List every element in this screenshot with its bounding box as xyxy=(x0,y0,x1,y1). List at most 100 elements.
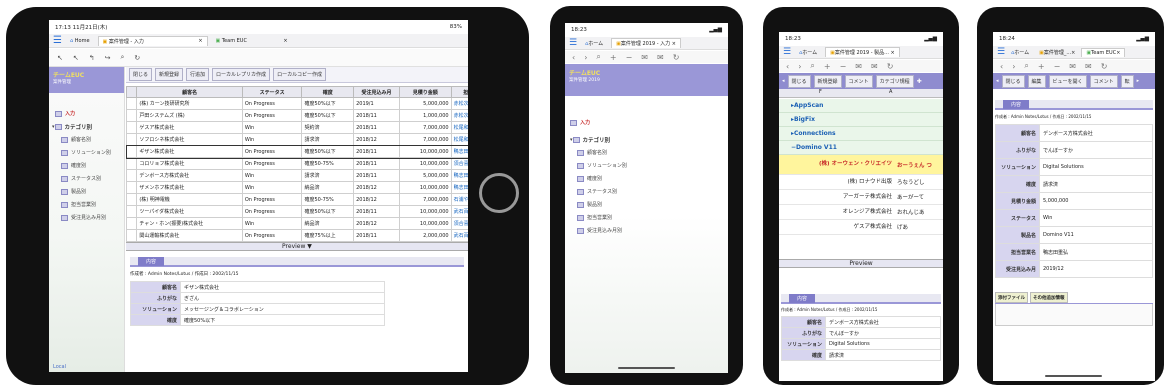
col-status[interactable]: ステータス xyxy=(241,86,303,98)
sidebar-item-product[interactable]: 製品別 xyxy=(49,185,124,198)
table-row[interactable]: ソフロシネ株式会社 Win 請求済 2018/12 7,000,000 松尾和 xyxy=(125,133,468,146)
col-a[interactable]: A xyxy=(889,89,892,95)
sidebar-item-category[interactable]: ▾ カテゴリ別 xyxy=(49,120,124,133)
table-row[interactable]: チャン・ホン(振要)株式会社 Win 納品済 2018/12 10,000,000 須合喜 xyxy=(125,217,468,230)
action-icon[interactable]: ↪ xyxy=(105,54,111,62)
menu-icon[interactable]: ☰ xyxy=(783,47,791,57)
mail-icon[interactable]: ✉ xyxy=(1085,62,1092,71)
action-icon[interactable]: ↖ xyxy=(73,54,79,62)
back-icon[interactable]: ‹ xyxy=(572,53,575,62)
new-button[interactable]: 新規登録 xyxy=(155,68,184,81)
refresh-icon[interactable]: ↻ xyxy=(673,53,680,62)
row-selector[interactable] xyxy=(125,109,138,122)
comment-button[interactable]: コメント xyxy=(1089,74,1118,88)
close-tab-icon[interactable]: × xyxy=(672,41,676,47)
collapse-icon[interactable]: ◂ xyxy=(782,78,785,84)
table-row[interactable]: 関山運輸株式会社 On Progress 確度75%以上 2018/11 2,000,0… xyxy=(125,229,468,242)
row-selector[interactable] xyxy=(125,121,138,134)
table-row[interactable]: (株) 明神電機 On Progress 確度50-75% 2018/12 7,000,… xyxy=(125,193,468,206)
sidebar-item[interactable]: ソリューション別 xyxy=(565,159,728,172)
category-button[interactable]: カテゴリ規程 xyxy=(875,74,914,88)
col-amount[interactable]: 見積り金額 xyxy=(398,86,452,98)
zoom-out-icon[interactable]: − xyxy=(626,53,633,62)
refresh-icon[interactable]: ↻ xyxy=(134,54,140,62)
row-selector[interactable] xyxy=(125,133,138,146)
sidebar-item-solution[interactable]: ソリューション別 xyxy=(49,146,124,159)
row-selector[interactable] xyxy=(125,169,138,182)
preview-toggle[interactable]: Preview ▼ xyxy=(126,242,468,251)
row-selector[interactable] xyxy=(125,181,138,194)
new-button[interactable]: 新規登録 xyxy=(813,74,842,88)
add-icon[interactable]: ✚ xyxy=(917,78,922,85)
table-row[interactable]: コロリョフ株式会社 On Progress 確度50-75% 2018/11 10,00… xyxy=(125,157,468,170)
table-row[interactable]: ギザン株式会社 On Progress 確度50%以下 2018/11 10,000,0… xyxy=(125,144,468,159)
list-item[interactable]: オレンジア株式会社 おれんじあ xyxy=(779,205,943,220)
tab-home[interactable]: ⌂ Home xyxy=(66,37,94,45)
close-button[interactable]: 閉じる xyxy=(129,68,153,81)
forward-button[interactable]: 転 xyxy=(1120,74,1134,88)
col-f[interactable]: F xyxy=(819,89,822,95)
close-button[interactable]: 閉じる xyxy=(1001,74,1025,88)
tab-home[interactable]: ⌂ホーム xyxy=(581,39,607,48)
category-row[interactable]: ▸ Connections xyxy=(779,127,943,141)
sidebar-item-certainty[interactable]: 確度別 xyxy=(49,159,124,172)
category-row[interactable]: ▸ BigFix xyxy=(779,113,943,127)
tab-team-euc[interactable]: ▣ Team EUC × xyxy=(212,37,292,45)
action-icon[interactable]: ↖ xyxy=(57,54,63,62)
open-view-button[interactable]: ビューを開く xyxy=(1048,74,1087,88)
table-row[interactable]: (株) カーン技研研究所 On Progress 確度50%以下 2019/1 5,00… xyxy=(125,97,468,110)
comment-button[interactable]: コメント xyxy=(844,74,873,88)
tab-anken-product[interactable]: ▣案件管理 2019 - 製品... × xyxy=(825,47,900,57)
list-item[interactable]: ゲスア株式会社 げあ xyxy=(779,220,943,235)
add-row-button[interactable]: 行追加 xyxy=(186,68,210,81)
tab-home[interactable]: ⌂ホーム xyxy=(1007,48,1033,57)
list-item[interactable]: (株) ロナウド出版 ろなうどし xyxy=(779,175,943,190)
row-selector[interactable] xyxy=(125,205,138,218)
search-icon[interactable]: ⌕ xyxy=(596,52,600,62)
search-icon[interactable]: ⌕ xyxy=(810,61,814,71)
sidebar-item[interactable]: 製品別 xyxy=(565,198,728,211)
forward-icon[interactable]: › xyxy=(1012,62,1015,71)
close-button[interactable]: 閉じる xyxy=(787,74,811,88)
zoom-in-icon[interactable]: + xyxy=(824,62,831,71)
list-item[interactable]: (株) オーウェン・クリエイツ おーうぇん つ xyxy=(779,155,943,175)
tab-anken[interactable]: ▣案件管理_...× xyxy=(1035,48,1079,57)
search-icon[interactable]: ⌕ xyxy=(121,53,125,62)
sidebar-item[interactable]: 顧客名別 xyxy=(565,146,728,159)
action-icon[interactable]: ↰ xyxy=(89,54,95,62)
col-month[interactable]: 受注見込み月 xyxy=(353,86,400,98)
table-row[interactable]: ザメンホフ株式会社 Win 納品済 2018/12 10,000,000 鴨志田 xyxy=(125,181,468,194)
sidebar-item[interactable]: ステータス別 xyxy=(565,185,728,198)
refresh-icon[interactable]: ↻ xyxy=(1101,62,1108,71)
tablet-home-button[interactable] xyxy=(479,173,519,213)
sidebar-item-status[interactable]: ステータス別 xyxy=(49,172,124,185)
zoom-out-icon[interactable]: − xyxy=(1054,62,1061,71)
more-icon[interactable]: ▸ xyxy=(1137,78,1140,84)
col-customer[interactable]: 顧客名 xyxy=(136,86,243,98)
sidebar-item[interactable]: 入力 xyxy=(565,116,728,129)
tab-team-euc[interactable]: ▣Team EUC× xyxy=(1081,47,1126,57)
close-tab-icon[interactable]: × xyxy=(283,38,287,44)
tab-home[interactable]: ⌂ホーム xyxy=(795,48,821,57)
category-row[interactable]: − Domino V11 xyxy=(779,141,943,155)
mail-icon[interactable]: ✉ xyxy=(855,62,862,71)
mail-icon[interactable]: ✉ xyxy=(641,53,648,62)
tab-extra-info[interactable]: その他追加情報 xyxy=(1030,292,1068,303)
row-selector[interactable] xyxy=(125,145,138,158)
zoom-in-icon[interactable]: + xyxy=(610,53,617,62)
close-tab-icon[interactable]: × xyxy=(198,38,202,44)
row-selector[interactable] xyxy=(125,229,138,242)
mail-icon[interactable]: ✉ xyxy=(1069,62,1076,71)
table-row[interactable]: 戸田システムズ (株) On Progress 確度50%以下 2018/11 1,00… xyxy=(125,109,468,122)
refresh-icon[interactable]: ↻ xyxy=(887,62,894,71)
sidebar-item[interactable]: ▾ カテゴリ別 xyxy=(565,133,728,146)
table-row[interactable]: ゲスア株式会社 Win 契約済 2018/11 7,000,000 松尾和 xyxy=(125,121,468,134)
menu-icon[interactable]: ☰ xyxy=(53,35,62,46)
col-rep[interactable]: 担当 xyxy=(450,86,468,98)
close-tab-icon[interactable]: × xyxy=(891,50,895,56)
local-copy-button[interactable]: ローカルコピー作成 xyxy=(273,68,326,81)
local-replica-button[interactable]: ローカルレプリカ作成 xyxy=(212,68,271,81)
tab-anken-input[interactable]: ▣ 案件管理 - 入力 × xyxy=(97,35,208,46)
table-row[interactable]: デンボース方株式会社 Win 請求済 2018/11 5,000,000 鴨志田 xyxy=(125,169,468,182)
col-certainty[interactable]: 確度 xyxy=(301,86,355,98)
